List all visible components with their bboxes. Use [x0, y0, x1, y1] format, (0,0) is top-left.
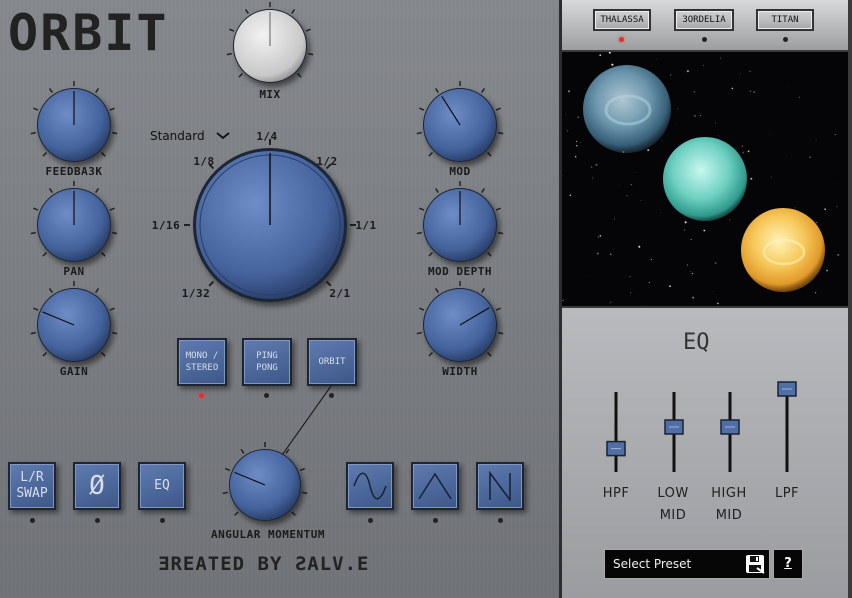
eq-label-line: MID	[659, 508, 687, 523]
eq-label-line: LPF	[774, 486, 800, 501]
plugin-window: ORBIT ƎREATED BY ƧALV.E MIX FEEDBA3K PAN…	[0, 0, 852, 598]
eq-label-line: HIGH	[711, 486, 747, 501]
eq-label-low-mid: LOW MID	[653, 483, 693, 527]
eq-label-high-mid: HIGH MID	[706, 483, 752, 527]
preset-selector[interactable]: Select Preset	[604, 549, 770, 579]
eq-label-line: MID	[715, 508, 743, 523]
eq-slider[interactable]	[606, 392, 626, 472]
help-button[interactable]: ?	[773, 549, 803, 579]
eq-label-lpf: LPF	[767, 483, 807, 505]
save-icon[interactable]	[745, 554, 765, 574]
eq-slider[interactable]	[664, 392, 684, 472]
eq-label-line: HPF	[602, 486, 630, 501]
preset-placeholder: Select Preset	[613, 557, 692, 571]
eq-label-line: LOW	[657, 486, 689, 501]
eq-slider[interactable]	[720, 392, 740, 472]
eq-label-hpf: HPF	[596, 483, 636, 505]
eq-slider[interactable]	[777, 381, 797, 472]
